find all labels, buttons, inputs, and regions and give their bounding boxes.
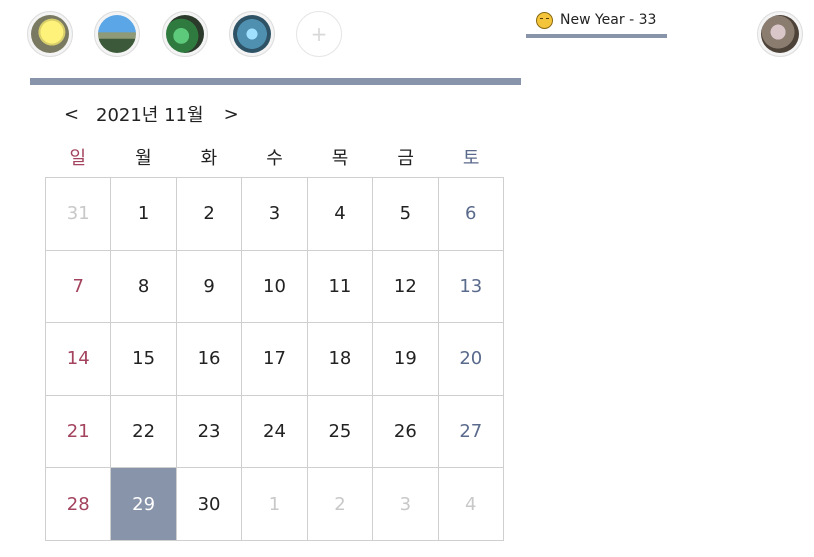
day-cell[interactable]: 19 [373, 323, 439, 396]
story-avatar-3[interactable] [162, 11, 208, 57]
add-story-button[interactable]: + [296, 11, 342, 57]
day-cell[interactable]: 8 [111, 250, 177, 324]
day-cell-next-month[interactable]: 3 [373, 468, 439, 541]
weekday-tue: 화 [200, 148, 218, 169]
weekday-thu: 목 [331, 148, 349, 169]
weekday-fri: 금 [397, 148, 414, 169]
day-cell-next-month[interactable]: 2 [307, 468, 374, 541]
day-cell[interactable]: 2 [176, 178, 243, 251]
calendar-grid: 31 1 2 3 4 5 6 7 8 9 10 11 12 13 14 15 1… [45, 177, 504, 541]
month-navigation: < 2021년 11월 > [64, 102, 239, 127]
day-cell[interactable]: 12 [373, 250, 439, 324]
weekday-sun: 일 [69, 148, 87, 169]
story-avatar-1[interactable] [27, 11, 73, 57]
day-cell-sunday[interactable]: 21 [46, 395, 112, 469]
day-cell-sunday[interactable]: 7 [46, 250, 112, 324]
day-cell[interactable]: 16 [176, 323, 243, 396]
day-cell-saturday[interactable]: 20 [438, 323, 504, 396]
weekday-sat: 토 [462, 148, 480, 169]
story-avatar-4[interactable] [229, 11, 275, 57]
day-cell[interactable]: 17 [242, 323, 308, 396]
day-cell[interactable]: 18 [307, 323, 374, 396]
day-cell[interactable]: 30 [176, 468, 243, 541]
story-avatar-2[interactable] [94, 11, 140, 57]
day-cell-sunday[interactable]: 14 [46, 323, 112, 396]
day-cell-saturday[interactable]: 27 [438, 395, 504, 469]
day-cell-next-month[interactable]: 4 [438, 468, 504, 541]
day-cell[interactable]: 1 [111, 178, 177, 251]
day-cell[interactable]: 24 [242, 395, 308, 469]
month-label: 2021년 11월 [96, 105, 204, 126]
day-cell-next-month[interactable]: 1 [242, 468, 308, 541]
day-cell[interactable]: 11 [307, 250, 374, 324]
prev-month-button[interactable]: < [64, 104, 79, 125]
next-month-button[interactable]: > [224, 104, 239, 125]
day-cell[interactable]: 25 [307, 395, 374, 469]
day-cell[interactable]: 3 [242, 178, 308, 251]
day-cell[interactable]: 10 [242, 250, 308, 324]
weekday-mon: 월 [135, 148, 152, 169]
accent-bar [30, 78, 521, 85]
weekday-header: 일 월 화 수 목 금 토 [45, 144, 504, 170]
day-cell-saturday[interactable]: 13 [438, 250, 504, 324]
profile-avatar[interactable] [757, 11, 803, 57]
day-cell[interactable]: 26 [373, 395, 439, 469]
day-cell[interactable]: 23 [176, 395, 243, 469]
day-cell-sunday[interactable]: 28 [46, 468, 112, 541]
page: + New Year - 33 < 2021년 11월 > 일 월 화 수 목 … [0, 0, 814, 557]
day-cell-prev-month[interactable]: 31 [46, 178, 112, 251]
day-cell[interactable]: 9 [176, 250, 243, 324]
event-tab[interactable]: New Year - 33 [526, 6, 667, 38]
plus-icon: + [310, 22, 328, 46]
day-cell[interactable]: 5 [373, 178, 439, 251]
day-cell[interactable]: 4 [307, 178, 374, 251]
day-cell[interactable]: 22 [111, 395, 177, 469]
weekday-wed: 수 [266, 148, 283, 169]
event-label: New Year - 33 [560, 12, 657, 28]
day-cell-saturday[interactable]: 6 [438, 178, 504, 251]
day-cell-selected[interactable]: 29 [111, 468, 177, 541]
day-cell[interactable]: 15 [111, 323, 177, 396]
smiley-emoji-icon [536, 11, 553, 29]
